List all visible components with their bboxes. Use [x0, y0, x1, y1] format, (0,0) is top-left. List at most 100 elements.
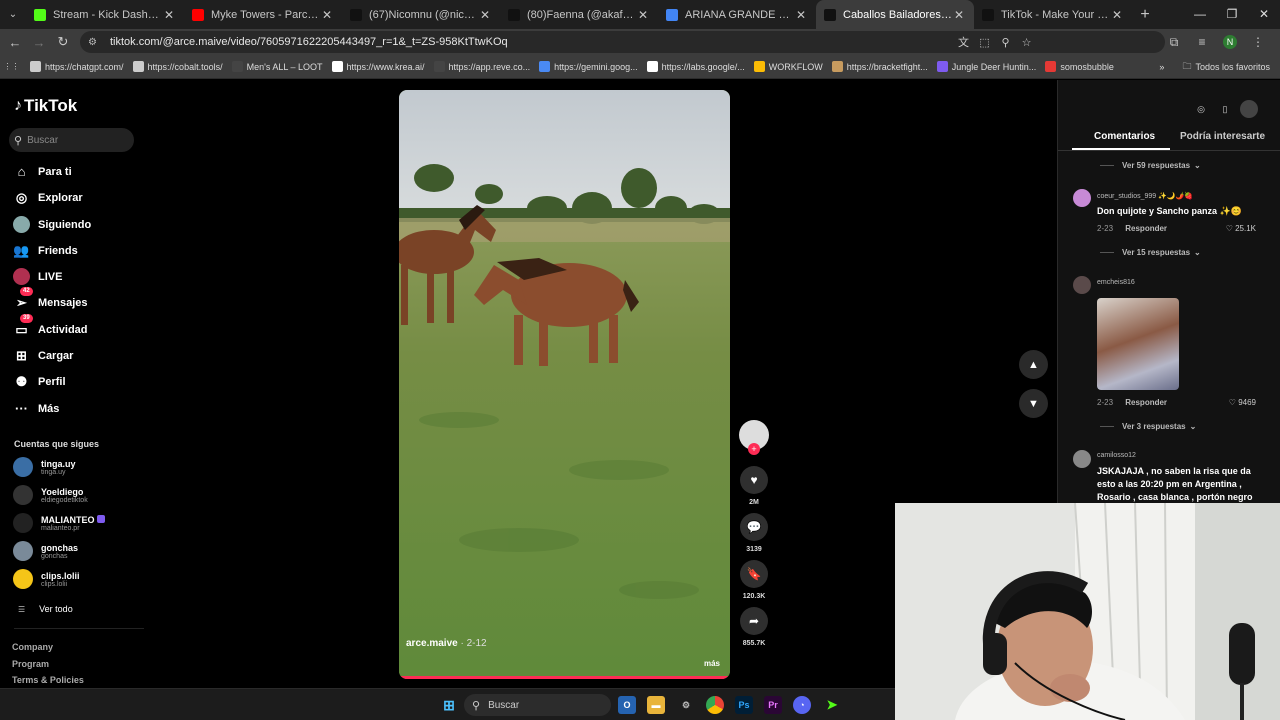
browser-tab[interactable]: (67)Nicomnu (@nicomnu) | TikT✕	[342, 0, 500, 29]
apps-icon[interactable]: ⋮⋮	[4, 61, 21, 72]
comment-avatar[interactable]	[1073, 189, 1091, 207]
extensions-icon[interactable]: ⧉	[1160, 35, 1188, 50]
close-tab-icon[interactable]: ✕	[1110, 8, 1124, 22]
reply-button[interactable]: Responder	[1125, 224, 1167, 233]
windows-start-icon[interactable]: ⊞	[440, 696, 458, 714]
browser-tab[interactable]: ARIANA GRANDE EDAD - Busca✕	[658, 0, 816, 29]
following-account[interactable]: MALIANTEO malianteo.pr	[13, 513, 105, 533]
view-replies-button[interactable]: Ver 3 respuestas ⌄	[1100, 422, 1196, 431]
comment-username[interactable]: camilosso12	[1097, 452, 1136, 459]
following-account[interactable]: clips.lolii clips.lolii	[13, 569, 80, 589]
chevron-right-icon[interactable]: »	[1159, 62, 1164, 72]
close-tab-icon[interactable]: ✕	[162, 8, 176, 22]
following-account[interactable]: tinga.uy tinga.uy	[13, 457, 76, 477]
bookmark-item[interactable]: https://chatgpt.com/	[30, 61, 124, 72]
bookmark-item[interactable]: WORKFLOW	[753, 61, 823, 72]
heart-icon[interactable]: ♥	[740, 466, 768, 494]
new-tab-button[interactable]: +	[1132, 6, 1158, 24]
tab-search-icon[interactable]: ⌄	[0, 0, 26, 29]
close-tab-icon[interactable]: ✕	[478, 8, 492, 22]
share-arrow-icon[interactable]: ➦	[740, 607, 768, 635]
comment-like[interactable]: ♡ 9469	[1229, 398, 1256, 407]
photoshop-icon[interactable]: Ps	[735, 696, 753, 714]
nav-more[interactable]: ··· Más	[13, 400, 59, 417]
nav-profile[interactable]: ⚉ Perfil	[13, 373, 66, 390]
browser-tab[interactable]: Myke Towers - Parcerita (Audio✕	[184, 0, 342, 29]
zoom-icon[interactable]: ⚲	[995, 36, 1016, 49]
follow-plus-icon[interactable]: +	[748, 443, 760, 455]
bookmark-item[interactable]: https://gemini.goog...	[539, 61, 638, 72]
all-bookmarks-link[interactable]: Todos los favoritos	[1195, 62, 1270, 72]
compass-icon[interactable]: ◎	[1192, 100, 1210, 118]
comment-image-horse[interactable]	[1097, 298, 1179, 390]
kick-icon[interactable]: ➤	[823, 696, 841, 714]
bookmark-item[interactable]: https://labs.google/...	[646, 61, 745, 72]
bookmark-item[interactable]: Jungle Deer Huntin...	[936, 61, 1036, 72]
discord-icon[interactable]: ◔	[793, 696, 811, 714]
bookmark-item[interactable]: https://cobalt.tools/	[132, 61, 223, 72]
comment-action[interactable]: 💬 3139	[740, 513, 768, 553]
bookmark-item[interactable]: https://app.reve.co...	[433, 61, 530, 72]
following-account[interactable]: gonchas gonchas	[13, 541, 78, 561]
taskbar-search[interactable]: ⚲ Buscar	[464, 694, 611, 716]
translate-icon[interactable]: 文	[953, 34, 974, 50]
view-replies-button[interactable]: Ver 15 respuestas ⌄	[1100, 248, 1201, 257]
previous-video-button[interactable]: ▲	[1019, 350, 1048, 379]
comment-avatar[interactable]	[1073, 450, 1091, 468]
close-tab-icon[interactable]: ✕	[794, 8, 808, 22]
nav-explore[interactable]: ◎ Explorar	[13, 189, 83, 206]
bookmark-star-icon[interactable]: ☆	[1016, 36, 1037, 49]
minimize-icon[interactable]: —	[1184, 0, 1216, 29]
video-author[interactable]: arce.maive · 2-12	[406, 638, 487, 649]
restore-icon[interactable]: ❐	[1216, 0, 1248, 29]
bookmark-item[interactable]: https://bracketfight...	[831, 61, 928, 72]
user-avatar[interactable]	[1240, 100, 1258, 118]
browser-tab[interactable]: (80)Faenna (@akafaenna) | TikT✕	[500, 0, 658, 29]
footer-program-link[interactable]: Program	[12, 659, 49, 669]
reply-button[interactable]: Responder	[1125, 398, 1167, 407]
comment-like[interactable]: ♡ 25.1K	[1226, 224, 1256, 233]
bookmark-item[interactable]: Men's ALL – LOOT	[231, 61, 323, 72]
nav-live[interactable]: LIVE	[13, 268, 62, 285]
tab-you-may-like[interactable]: Podría interesarte	[1180, 131, 1265, 142]
bookmark-item[interactable]: somosbubble	[1045, 61, 1114, 72]
close-tab-icon[interactable]: ✕	[636, 8, 650, 22]
like-action[interactable]: ♥ 2M	[740, 466, 768, 506]
menu-icon[interactable]: ⋮	[1244, 35, 1272, 49]
share-action[interactable]: ➦ 855.7K	[740, 607, 768, 647]
forward-icon[interactable]: →	[27, 35, 51, 50]
close-window-icon[interactable]: ✕	[1248, 0, 1280, 29]
search-input[interactable]: ⚲ Buscar	[9, 128, 134, 152]
save-action[interactable]: 🔖 120.3K	[740, 560, 768, 600]
phone-icon[interactable]: ▯	[1216, 100, 1234, 118]
reload-icon[interactable]: ↻	[51, 34, 75, 50]
profile-avatar[interactable]: N	[1223, 35, 1237, 49]
nav-for-you[interactable]: ⌂ Para ti	[13, 163, 72, 180]
bookmark-item[interactable]: https://www.krea.ai/	[331, 61, 425, 72]
nav-following[interactable]: Siguiendo	[13, 216, 91, 233]
nav-messages[interactable]: ➢ 42 Mensajes	[13, 287, 88, 311]
nav-activity[interactable]: ▭ 39 Actividad	[13, 314, 88, 338]
more-button[interactable]: más	[704, 659, 720, 668]
video-player[interactable]: arce.maive · 2-12 más	[399, 90, 730, 679]
comment-icon[interactable]: 💬	[740, 513, 768, 541]
premiere-icon[interactable]: Pr	[764, 696, 782, 714]
close-tab-icon[interactable]: ✕	[952, 8, 966, 22]
following-account[interactable]: Yoeldiego eldiegodetiktok	[13, 485, 88, 505]
view-replies-button[interactable]: Ver 59 respuestas ⌄	[1100, 161, 1201, 170]
close-tab-icon[interactable]: ✕	[320, 8, 334, 22]
back-icon[interactable]: ←	[3, 35, 27, 50]
see-all-button[interactable]: ☰ Ver todo	[18, 604, 73, 614]
install-icon[interactable]: ⬚	[974, 36, 995, 49]
video-progress-bar[interactable]	[399, 676, 730, 679]
chrome-icon[interactable]	[706, 696, 724, 714]
next-video-button[interactable]: ▼	[1019, 389, 1048, 418]
site-info-icon[interactable]: ⚙	[88, 37, 102, 48]
footer-terms-link[interactable]: Terms & Policies	[12, 675, 84, 685]
outlook-icon[interactable]: O	[618, 696, 636, 714]
nav-upload[interactable]: ⊞ Cargar	[13, 347, 73, 364]
comment-username[interactable]: emcheis816	[1097, 279, 1135, 286]
settings-gear-icon[interactable]: ⚙	[677, 696, 695, 714]
footer-company-link[interactable]: Company	[12, 642, 53, 652]
bookmark-icon[interactable]: 🔖	[740, 560, 768, 588]
